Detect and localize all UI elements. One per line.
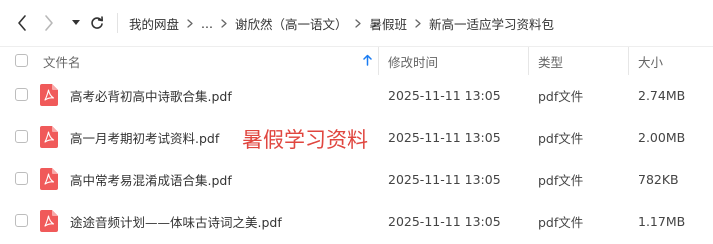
caret-down-icon bbox=[72, 20, 80, 26]
breadcrumb: 我的网盘 ... 谢欣然（高一语文） 暑假班 新高一适应学习资料包 bbox=[129, 12, 554, 34]
chevron-right-icon bbox=[213, 18, 235, 28]
pdf-file-icon bbox=[40, 168, 58, 190]
pdf-file-icon bbox=[40, 126, 58, 148]
column-header-modified-label: 修改时间 bbox=[388, 54, 439, 70]
file-row[interactable]: 高中常考易混淆成语合集.pdf 2025-11-11 13:05 pdf文件 7… bbox=[0, 158, 713, 200]
file-row[interactable]: 高考必背初高中诗歌合集.pdf 2025-11-11 13:05 pdf文件 2… bbox=[0, 74, 713, 116]
file-type: pdf文件 bbox=[538, 130, 584, 146]
file-name[interactable]: 途途音频计划——体味古诗词之美.pdf bbox=[70, 200, 282, 242]
file-modified-time: 2025-11-11 13:05 bbox=[388, 171, 501, 187]
column-divider[interactable] bbox=[528, 47, 529, 75]
pdf-file-icon bbox=[40, 84, 58, 106]
sort-arrow-up-icon[interactable] bbox=[363, 54, 372, 69]
chevron-right-icon bbox=[179, 18, 201, 28]
file-modified-time: 2025-11-11 13:05 bbox=[388, 129, 501, 145]
column-header-type[interactable]: 类型 bbox=[538, 47, 563, 75]
overlay-caption: 暑假学习资料 bbox=[242, 128, 368, 152]
file-size: 1.17MB bbox=[638, 213, 686, 229]
row-checkbox[interactable] bbox=[15, 214, 28, 227]
back-button[interactable] bbox=[10, 10, 34, 36]
column-header-name[interactable]: 文件名 bbox=[43, 47, 378, 75]
chevron-right-icon bbox=[347, 18, 369, 28]
chevron-right-icon bbox=[407, 18, 429, 28]
history-dropdown-button[interactable] bbox=[66, 10, 86, 36]
file-name[interactable]: 高中常考易混淆成语合集.pdf bbox=[70, 158, 232, 200]
navigation-bar: 我的网盘 ... 谢欣然（高一语文） 暑假班 新高一适应学习资料包 bbox=[0, 0, 713, 46]
breadcrumb-item-current-folder[interactable]: 新高一适应学习资料包 bbox=[429, 14, 554, 33]
breadcrumb-item-teacher-folder[interactable]: 谢欣然（高一语文） bbox=[235, 14, 348, 33]
select-all-checkbox[interactable] bbox=[15, 54, 28, 67]
arrow-left-icon bbox=[16, 14, 28, 32]
row-checkbox[interactable] bbox=[15, 130, 28, 143]
column-divider[interactable] bbox=[628, 47, 629, 75]
forward-button[interactable] bbox=[37, 10, 61, 36]
row-checkbox[interactable] bbox=[15, 172, 28, 185]
nav-divider bbox=[117, 13, 118, 33]
column-divider[interactable] bbox=[378, 47, 379, 75]
file-list-header: 文件名 修改时间 类型 大小 bbox=[0, 46, 713, 75]
file-size: 782KB bbox=[638, 171, 679, 187]
file-type: pdf文件 bbox=[538, 172, 584, 188]
file-size: 2.00MB bbox=[638, 129, 686, 145]
column-header-type-label: 类型 bbox=[538, 54, 564, 70]
column-header-size-label: 大小 bbox=[638, 54, 664, 70]
pdf-file-icon bbox=[40, 210, 58, 232]
file-type: pdf文件 bbox=[538, 214, 584, 230]
file-modified-time: 2025-11-11 13:05 bbox=[388, 87, 501, 103]
file-modified-time: 2025-11-11 13:05 bbox=[388, 213, 501, 229]
breadcrumb-item-my-drive[interactable]: 我的网盘 bbox=[129, 14, 179, 33]
refresh-button[interactable] bbox=[86, 10, 108, 36]
column-header-modified[interactable]: 修改时间 bbox=[388, 47, 438, 75]
row-checkbox[interactable] bbox=[15, 88, 28, 101]
file-size: 2.74MB bbox=[638, 87, 686, 103]
breadcrumb-item-collapsed[interactable]: ... bbox=[201, 16, 213, 31]
refresh-icon bbox=[90, 16, 104, 30]
breadcrumb-item-summer-class[interactable]: 暑假班 bbox=[369, 14, 407, 33]
file-name[interactable]: 高一月考期初考试资料.pdf bbox=[70, 116, 219, 158]
file-row[interactable]: 途途音频计划——体味古诗词之美.pdf 2025-11-11 13:05 pdf… bbox=[0, 200, 713, 242]
file-type: pdf文件 bbox=[538, 88, 584, 104]
column-header-size[interactable]: 大小 bbox=[638, 47, 663, 75]
file-name[interactable]: 高考必背初高中诗歌合集.pdf bbox=[70, 74, 232, 116]
column-header-name-label: 文件名 bbox=[43, 54, 81, 70]
arrow-right-icon bbox=[43, 14, 55, 32]
